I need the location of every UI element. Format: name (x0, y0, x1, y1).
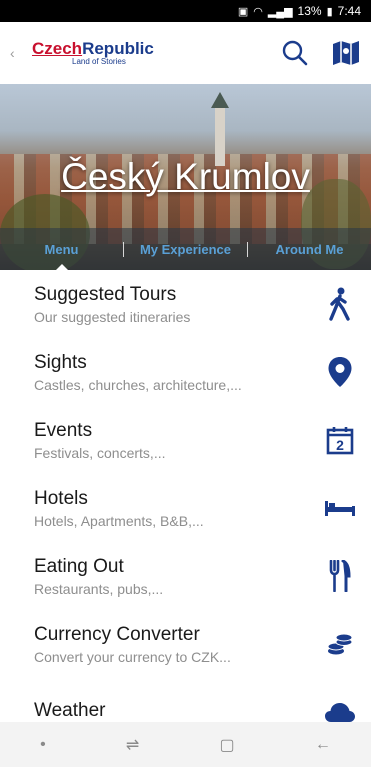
menu-item-title: Suggested Tours (34, 283, 177, 305)
menu-item-subtitle: Convert your currency to CZK... (34, 648, 231, 665)
menu-item-sights[interactable]: Sights Castles, churches, architecture,.… (0, 338, 371, 406)
sim-icon: ▣ (237, 5, 249, 18)
search-icon (282, 40, 308, 66)
menu-item-weather[interactable]: Weather (0, 678, 371, 722)
fork-knife-icon (329, 560, 351, 592)
app-bar: ‹ CzechRepublic Land of Stories (0, 22, 371, 84)
location-pin-icon (328, 357, 352, 387)
signal-icon: ▂▄▆ (267, 5, 293, 18)
menu-item-title: Weather (34, 699, 106, 721)
nav-dot-icon[interactable]: • (40, 736, 46, 754)
menu-item-currency-converter[interactable]: Currency Converter Convert your currency… (0, 610, 371, 678)
status-bar: ▣ ◠ ▂▄▆ 13% ▮ 7:44 (0, 0, 371, 22)
walking-person-icon (329, 287, 350, 321)
hero-banner: Český Krumlov Menu My Experience Around … (0, 84, 371, 270)
hero-tabs: Menu My Experience Around Me (0, 228, 371, 270)
menu-item-hotels[interactable]: Hotels Hotels, Apartments, B&B,... (0, 474, 371, 542)
back-icon[interactable]: ← (315, 736, 331, 754)
recents-icon[interactable]: ⇌ (126, 735, 139, 755)
system-nav-bar: • ⇌ ▢ ← (0, 722, 371, 767)
menu-item-subtitle: Castles, churches, architecture,... (34, 376, 242, 393)
wifi-icon: ◠ (253, 5, 263, 18)
tab-menu[interactable]: Menu (0, 242, 123, 270)
city-title: Český Krumlov (61, 156, 310, 197)
logo-tagline: Land of Stories (72, 57, 126, 66)
coins-icon (327, 633, 353, 655)
menu-item-title: Currency Converter (34, 623, 200, 645)
menu-item-events[interactable]: Events Festivals, concerts,... 2 (0, 406, 371, 474)
logo-czech-text: Czech (32, 39, 83, 58)
menu-item-eating-out[interactable]: Eating Out Restaurants, pubs,... (0, 542, 371, 610)
bed-icon (325, 501, 355, 516)
menu-item-subtitle: Our suggested itineraries (34, 308, 191, 325)
menu-item-subtitle: Hotels, Apartments, B&B,... (34, 512, 204, 529)
cloud-icon (325, 703, 355, 722)
menu-item-subtitle: Restaurants, pubs,... (34, 580, 164, 597)
battery-icon: ▮ (326, 5, 333, 18)
back-chevron-icon[interactable]: ‹ (10, 45, 24, 61)
menu-item-title: Events (34, 419, 93, 441)
logo-republic-text: Republic (82, 39, 154, 58)
menu-item-subtitle: Festivals, concerts,... (34, 444, 166, 461)
tab-around-me[interactable]: Around Me (247, 241, 371, 257)
home-icon[interactable]: ▢ (220, 735, 235, 755)
clock: 7:44 (337, 4, 361, 18)
menu-item-suggested-tours[interactable]: Suggested Tours Our suggested itinerarie… (0, 270, 371, 338)
tab-my-experience[interactable]: My Experience (123, 241, 247, 257)
menu-list: Suggested Tours Our suggested itinerarie… (0, 270, 371, 722)
map-icon (333, 41, 359, 65)
battery-percent: 13% (297, 4, 322, 18)
menu-item-title: Hotels (34, 487, 88, 509)
map-button[interactable] (331, 40, 361, 66)
menu-item-title: Sights (34, 351, 87, 373)
search-button[interactable] (281, 39, 309, 67)
calendar-icon: 2 (326, 427, 354, 455)
svg-text:2: 2 (336, 437, 344, 453)
czech-republic-logo[interactable]: CzechRepublic Land of Stories (32, 40, 154, 66)
menu-item-title: Eating Out (34, 555, 124, 577)
